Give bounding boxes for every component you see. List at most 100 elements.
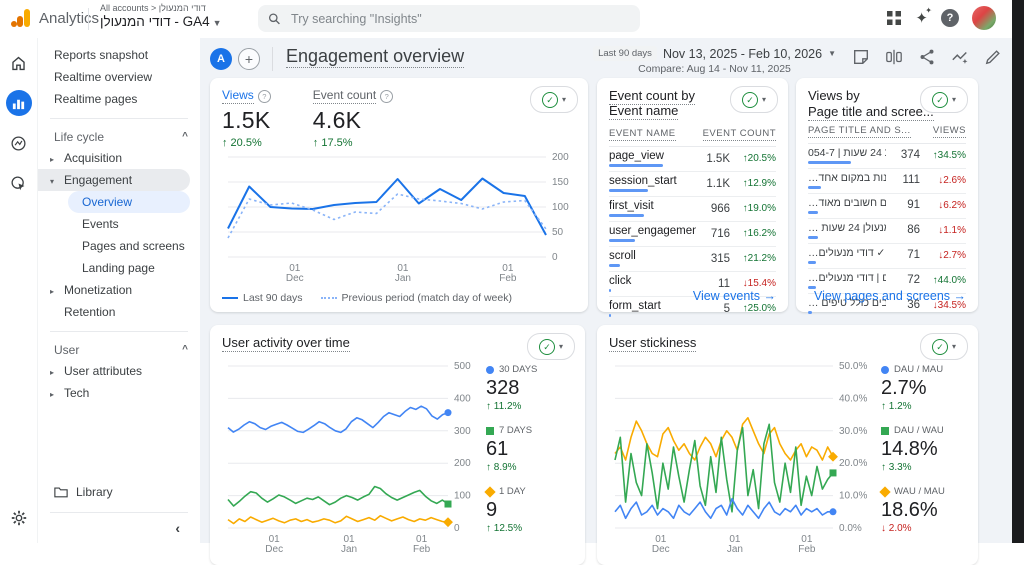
metric-views-value: 1.5K	[222, 107, 271, 134]
svg-text:0.0%: 0.0%	[839, 523, 862, 534]
legend-current-period: Last 90 days	[222, 292, 303, 304]
data-quality-button[interactable]: ✓ ▾	[920, 86, 968, 113]
search-bar[interactable]	[258, 5, 640, 32]
data-quality-button[interactable]: ✓ ▾	[920, 333, 968, 360]
divider	[272, 47, 273, 71]
comparison-icon[interactable]	[885, 48, 903, 66]
sidebar-item-engagement[interactable]: ▾Engagement	[38, 169, 190, 191]
sidebar-item-tech[interactable]: ▸Tech	[38, 382, 200, 404]
legend-30-days[interactable]: 30 DAYS 328 ↑ 11.2%	[486, 364, 537, 412]
sidebar-item-realtime-pages[interactable]: Realtime pages	[38, 88, 200, 110]
column-header-event-count[interactable]: EVENT COUNT	[703, 128, 776, 141]
home-nav-button[interactable]	[6, 50, 32, 76]
sidebar-item-pages-and-screens[interactable]: Pages and screens	[38, 235, 200, 257]
home-icon	[10, 55, 27, 72]
legend-previous-period: Previous period (match day of week)	[321, 292, 512, 304]
sidebar-item-user-attributes[interactable]: ▸User attributes	[38, 360, 200, 382]
help-icon[interactable]: ?	[941, 9, 959, 27]
sidebar-item-realtime-overview[interactable]: Realtime overview	[38, 66, 200, 88]
dashed-line-swatch	[321, 297, 337, 299]
metric-views[interactable]: Views? 1.5K ↑ 20.5%	[222, 88, 271, 149]
svg-text:Jan: Jan	[727, 544, 743, 554]
table-row[interactable]: …י המנעולנות במקום אחד 111↓2.6%	[808, 169, 966, 194]
table-row[interactable]: שירות 24 שעות | 054-7… 374↑34.5%	[808, 144, 966, 169]
svg-text:0: 0	[454, 523, 460, 534]
caret-down-icon: ▼	[213, 18, 222, 28]
bar-chart-icon	[11, 96, 26, 111]
edit-pencil-icon[interactable]	[984, 48, 1002, 66]
sidebar-item-monetization[interactable]: ▸Monetization	[38, 279, 200, 301]
card-title: User activity over time	[222, 335, 350, 352]
table-row[interactable]: scroll 315↑21.2%	[609, 247, 776, 272]
chevron-right-icon: ▸	[50, 149, 64, 171]
legend-7-days[interactable]: 7 DAYS 61 ↑ 8.9%	[486, 425, 537, 473]
sidebar-item-landing-page[interactable]: Landing page	[38, 257, 200, 279]
sidebar-section-user[interactable]: User^	[38, 340, 200, 360]
metric-views-label[interactable]: Views	[222, 88, 254, 104]
date-range-picker[interactable]: Last 90 days Nov 13, 2025 - Feb 10, 2026…	[593, 46, 836, 75]
reports-nav-button[interactable]	[6, 90, 32, 116]
svg-text:Jan: Jan	[395, 273, 411, 283]
caret-down-icon: ▾	[559, 342, 563, 351]
sidebar-item-overview[interactable]: Overview	[68, 191, 190, 213]
gear-icon	[10, 509, 28, 527]
solid-line-swatch	[222, 297, 238, 299]
add-comparison-button[interactable]: +	[238, 48, 260, 70]
check-circle-icon: ✓	[932, 339, 948, 355]
data-quality-button[interactable]: ✓ ▾	[527, 333, 575, 360]
sidebar-item-events[interactable]: Events	[38, 213, 200, 235]
explore-nav-button[interactable]	[6, 130, 32, 156]
advertising-nav-button[interactable]	[6, 170, 32, 196]
notes-icon[interactable]	[852, 48, 870, 66]
admin-settings-button[interactable]	[6, 505, 32, 531]
arrow-right-icon: →	[954, 289, 967, 303]
column-header-views[interactable]: VIEWS	[933, 125, 966, 138]
comparison-chip-all-users[interactable]: A	[210, 48, 232, 70]
sidebar-item-library[interactable]: Library	[38, 480, 200, 504]
legend-dau-mau[interactable]: DAU / MAU 2.7% ↑ 1.2%	[881, 364, 945, 412]
sidebar-section-life-cycle[interactable]: Life cycle^	[38, 127, 200, 147]
sidebar-item-reports-snapshot[interactable]: Reports snapshot	[38, 44, 200, 66]
metric-event-count-label[interactable]: Event count	[313, 88, 376, 104]
legend-dau-wau[interactable]: DAU / WAU 14.8% ↑ 3.3%	[881, 425, 945, 473]
user-stickiness-chart: 0.0%10.0%20.0%30.0%40.0%50.0%01Dec01Jan0…	[609, 358, 875, 554]
svg-text:500: 500	[454, 361, 471, 372]
table-row[interactable]: first_visit 966↑19.0%	[609, 197, 776, 222]
column-header-event-name[interactable]: EVENT NAME	[609, 128, 676, 141]
data-quality-button[interactable]: ✓ ▾	[530, 86, 578, 113]
analytics-logo[interactable]: Analytics	[10, 7, 99, 29]
table-row[interactable]: …נות וטיפים חשובים מאוד 91↓6.2%	[808, 194, 966, 219]
gemini-sparkle-icon[interactable]: ✦✦	[915, 9, 928, 27]
data-quality-button[interactable]: ✓ ▾	[730, 86, 778, 113]
user-avatar[interactable]	[972, 6, 996, 30]
apps-grid-icon[interactable]	[886, 10, 902, 26]
square-marker-icon	[881, 427, 889, 435]
legend-wau-mau[interactable]: WAU / MAU 18.6% ↓ 2.0%	[881, 486, 945, 534]
sidebar-item-acquisition[interactable]: ▸Acquisition	[38, 147, 200, 169]
insights-icon[interactable]	[951, 48, 969, 66]
search-input[interactable]	[289, 11, 630, 27]
table-row[interactable]: page_view 1.5K↑20.5%	[609, 147, 776, 172]
column-header-page-title[interactable]: PAGE TITLE AND S...	[808, 125, 911, 138]
sidebar-item-retention[interactable]: Retention	[38, 301, 200, 323]
chevron-right-icon: ▸	[50, 384, 64, 406]
table-row[interactable]: … אצלכם, מנעולן 24 שעות 86↓1.1%	[808, 219, 966, 244]
legend-1-day[interactable]: 1 DAY 9 ↑ 12.5%	[486, 486, 537, 534]
svg-text:50: 50	[552, 227, 564, 238]
table-row[interactable]: session_start 1.1K↑12.9%	[609, 172, 776, 197]
view-pages-link[interactable]: View pages and screens →	[814, 289, 966, 303]
view-events-link[interactable]: View events →	[693, 289, 776, 303]
metric-event-count[interactable]: Event count? 4.6K ↑ 17.5%	[313, 88, 393, 149]
table-row[interactable]: …ם 199 ₪ ✓ דודי מנעולים 71↓2.7%	[808, 244, 966, 269]
collapse-sidebar-button[interactable]: ‹	[175, 520, 188, 536]
share-icon[interactable]	[918, 48, 936, 66]
account-switcher[interactable]: All accounts > דודי המנעולן דודי המנעולן…	[100, 3, 222, 29]
help-icon[interactable]: ?	[258, 90, 271, 103]
arrow-right-icon: →	[764, 289, 777, 303]
card-title: Event count by Event name	[609, 88, 695, 120]
help-icon[interactable]: ?	[380, 90, 393, 103]
check-circle-icon: ✓	[932, 92, 948, 108]
svg-text:200: 200	[454, 458, 471, 469]
table-row[interactable]: user_engagement 716↑16.2%	[609, 222, 776, 247]
circle-marker-icon	[486, 366, 494, 374]
